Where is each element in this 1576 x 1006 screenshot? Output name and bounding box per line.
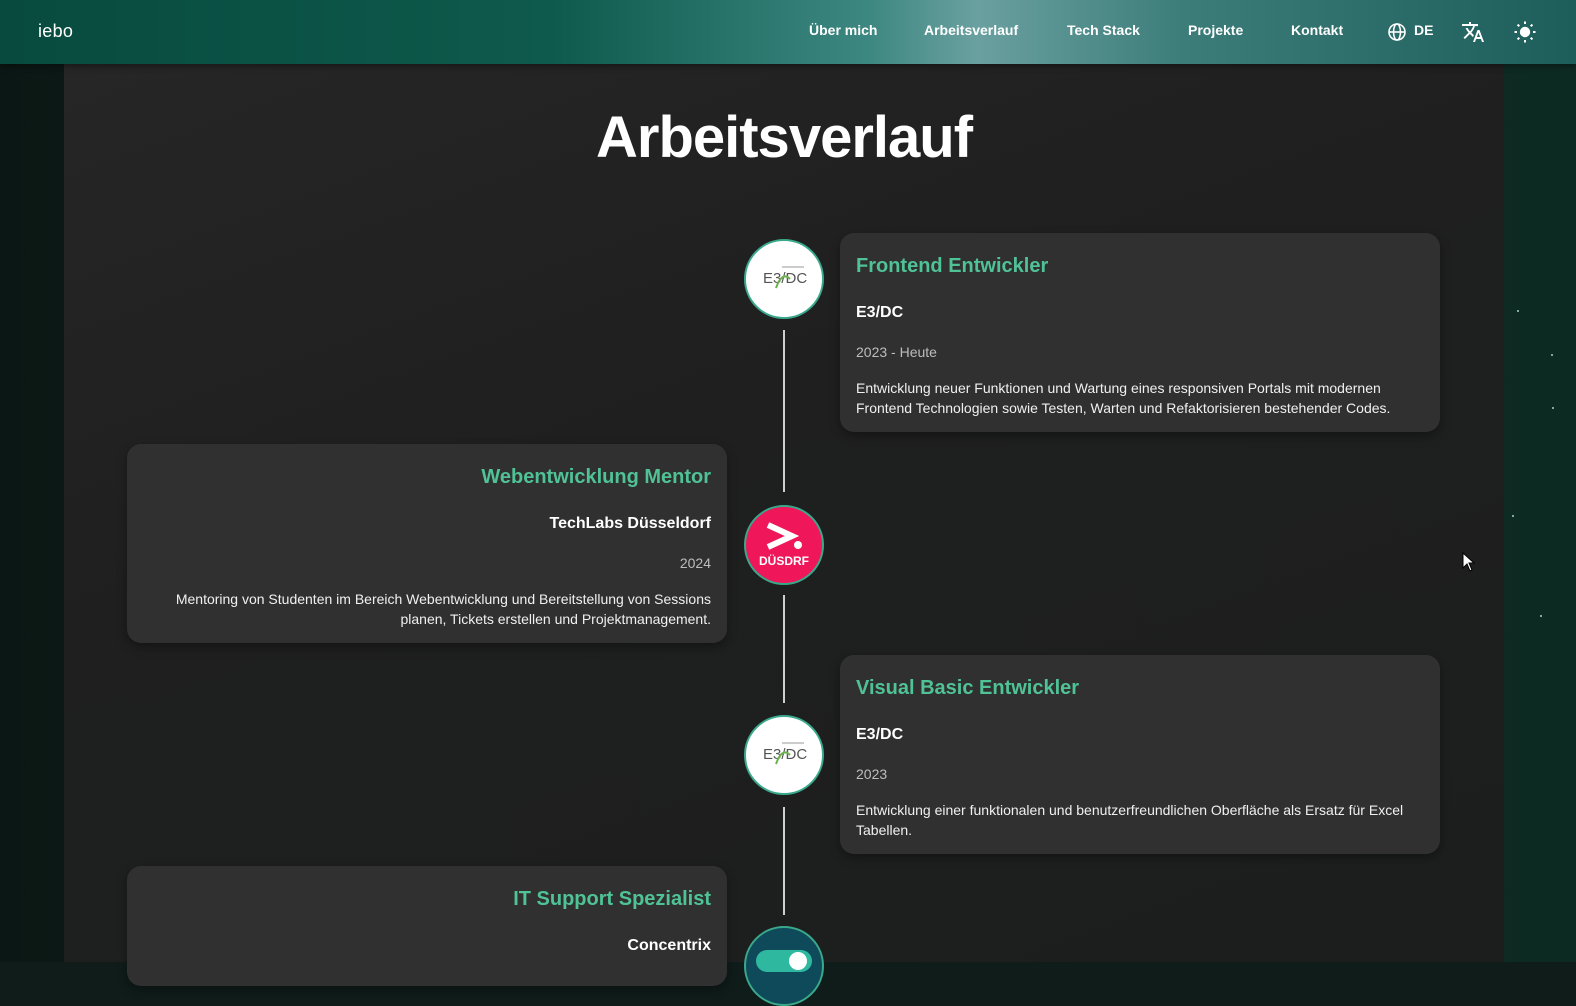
e3dc-logo-icon: E3/DC <box>763 266 807 289</box>
star-decoration <box>1512 515 1514 517</box>
nav-link-tech-stack[interactable]: Tech Stack <box>1067 22 1140 38</box>
translate-icon[interactable] <box>1461 20 1485 49</box>
svg-text:DÜSDRF: DÜSDRF <box>759 553 809 568</box>
svg-text:E3/DC: E3/DC <box>763 270 807 287</box>
globe-icon[interactable] <box>1387 22 1407 47</box>
top-navbar: iebo Über mich Arbeitsverlauf Tech Stack… <box>0 0 1576 64</box>
nav-link-arbeitsverlauf[interactable]: Arbeitsverlauf <box>924 22 1018 38</box>
timeline-connector <box>783 595 785 703</box>
e3dc-logo-node: E3/DC <box>744 715 824 795</box>
job-title: Webentwicklung Mentor <box>481 466 711 488</box>
experience-section: Arbeitsverlauf E3/DC DÜSDRF E3/DC Fronte… <box>64 64 1504 1006</box>
company-name: E3/DC <box>856 304 904 321</box>
section-title: Arbeitsverlauf <box>595 105 973 170</box>
mouse-cursor-icon <box>1462 551 1476 577</box>
timeline-card: IT Support Spezialist Concentrix <box>127 866 727 986</box>
job-description: Entwicklung neuer Funktionen und Wartung… <box>856 380 1391 416</box>
timeline-card: Visual Basic Entwickler E3/DC 2023 Entwi… <box>840 655 1440 854</box>
company-name: TechLabs Düsseldorf <box>549 515 711 532</box>
language-label[interactable]: DE <box>1414 22 1433 38</box>
svg-text:E3/DC: E3/DC <box>763 746 807 763</box>
timeline-connector <box>783 330 785 492</box>
star-decoration <box>1551 354 1553 356</box>
timeline-card: Frontend Entwickler E3/DC 2023 - Heute E… <box>840 233 1440 432</box>
star-decoration <box>1540 615 1542 617</box>
concentrix-logo-icon <box>756 950 812 972</box>
star-decoration <box>1517 310 1519 312</box>
nav-link-ueber-mich[interactable]: Über mich <box>809 22 877 38</box>
techlabs-logo-icon: DÜSDRF <box>759 522 809 568</box>
job-description: Mentoring von Studenten im Bereich Weben… <box>175 591 711 627</box>
job-period: 2024 <box>679 555 711 571</box>
timeline-connector <box>783 807 785 915</box>
job-period: 2023 <box>856 766 888 782</box>
job-period: 2023 - Heute <box>856 344 937 360</box>
e3dc-logo-icon: E3/DC <box>763 742 807 765</box>
job-title: IT Support Spezialist <box>513 888 711 910</box>
nav-link-projekte[interactable]: Projekte <box>1188 22 1243 38</box>
timeline-card: Webentwicklung Mentor TechLabs Düsseldor… <box>127 444 727 643</box>
job-title: Visual Basic Entwickler <box>856 677 1080 699</box>
job-title: Frontend Entwickler <box>856 255 1049 277</box>
concentrix-logo-node <box>744 926 824 1006</box>
company-name: Concentrix <box>627 937 711 954</box>
nav-link-kontakt[interactable]: Kontakt <box>1291 22 1343 38</box>
sun-icon[interactable] <box>1513 20 1537 49</box>
techlabs-logo-node: DÜSDRF <box>744 505 824 585</box>
star-decoration <box>1552 407 1554 409</box>
e3dc-logo-node: E3/DC <box>744 239 824 319</box>
main-nav: Über mich Arbeitsverlauf Tech Stack Proj… <box>0 0 1576 64</box>
company-name: E3/DC <box>856 726 904 743</box>
job-description: Entwicklung einer funktionalen und benut… <box>856 802 1404 838</box>
